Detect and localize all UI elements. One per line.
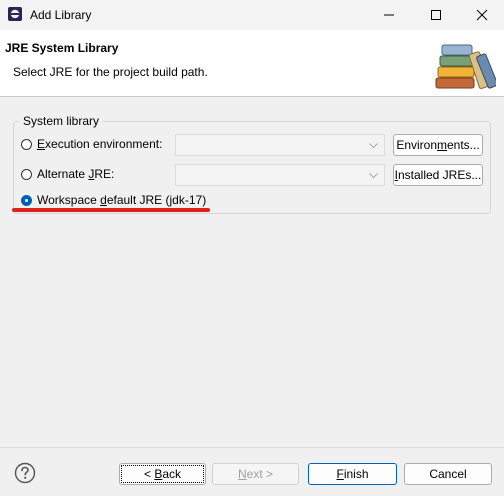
execution-environment-label: Execution environment: [37, 137, 163, 151]
wizard-header: JRE System Library Select JRE for the pr… [0, 30, 504, 97]
help-icon[interactable] [14, 462, 36, 484]
red-annotation-underline [12, 208, 210, 212]
eclipse-app-icon [8, 7, 22, 21]
minimize-button[interactable] [366, 0, 412, 30]
alternate-jre-label: Alternate JRE: [37, 167, 115, 181]
chevron-down-icon [369, 143, 378, 149]
workspace-default-jre-radio[interactable]: Workspace default JRE (jdk-17) [21, 191, 206, 209]
execution-environment-radio[interactable]: Execution environment: [21, 135, 162, 153]
cancel-button[interactable]: Cancel [404, 463, 492, 485]
system-library-group-label: System library [19, 114, 104, 128]
workspace-default-jre-label: Workspace default JRE (jdk-17) [37, 193, 207, 207]
library-books-icon [435, 44, 496, 89]
chevron-down-icon [369, 173, 378, 179]
title-bar: Add Library [0, 0, 504, 30]
back-button[interactable]: < Back [119, 463, 206, 485]
next-button[interactable]: Next > [212, 463, 299, 485]
minimize-icon [384, 14, 394, 16]
execution-environment-combo[interactable] [175, 134, 385, 156]
radio-indicator[interactable] [21, 138, 32, 150]
finish-button[interactable]: Finish [308, 463, 397, 485]
maximize-icon [431, 10, 441, 20]
footer-separator [0, 447, 504, 448]
page-title: JRE System Library [5, 41, 119, 55]
installed-jres-button[interactable]: Installed JREs... [393, 164, 483, 186]
maximize-button[interactable] [413, 0, 459, 30]
alternate-jre-radio[interactable]: Alternate JRE: [21, 165, 114, 183]
radio-indicator-checked[interactable] [21, 194, 32, 206]
close-button[interactable] [459, 0, 504, 30]
window-title: Add Library [30, 8, 92, 22]
close-icon [476, 9, 488, 21]
alternate-jre-combo[interactable] [175, 164, 385, 186]
environments-button[interactable]: Environments... [393, 134, 483, 156]
page-description: Select JRE for the project build path. [13, 65, 208, 79]
radio-indicator[interactable] [21, 168, 32, 180]
